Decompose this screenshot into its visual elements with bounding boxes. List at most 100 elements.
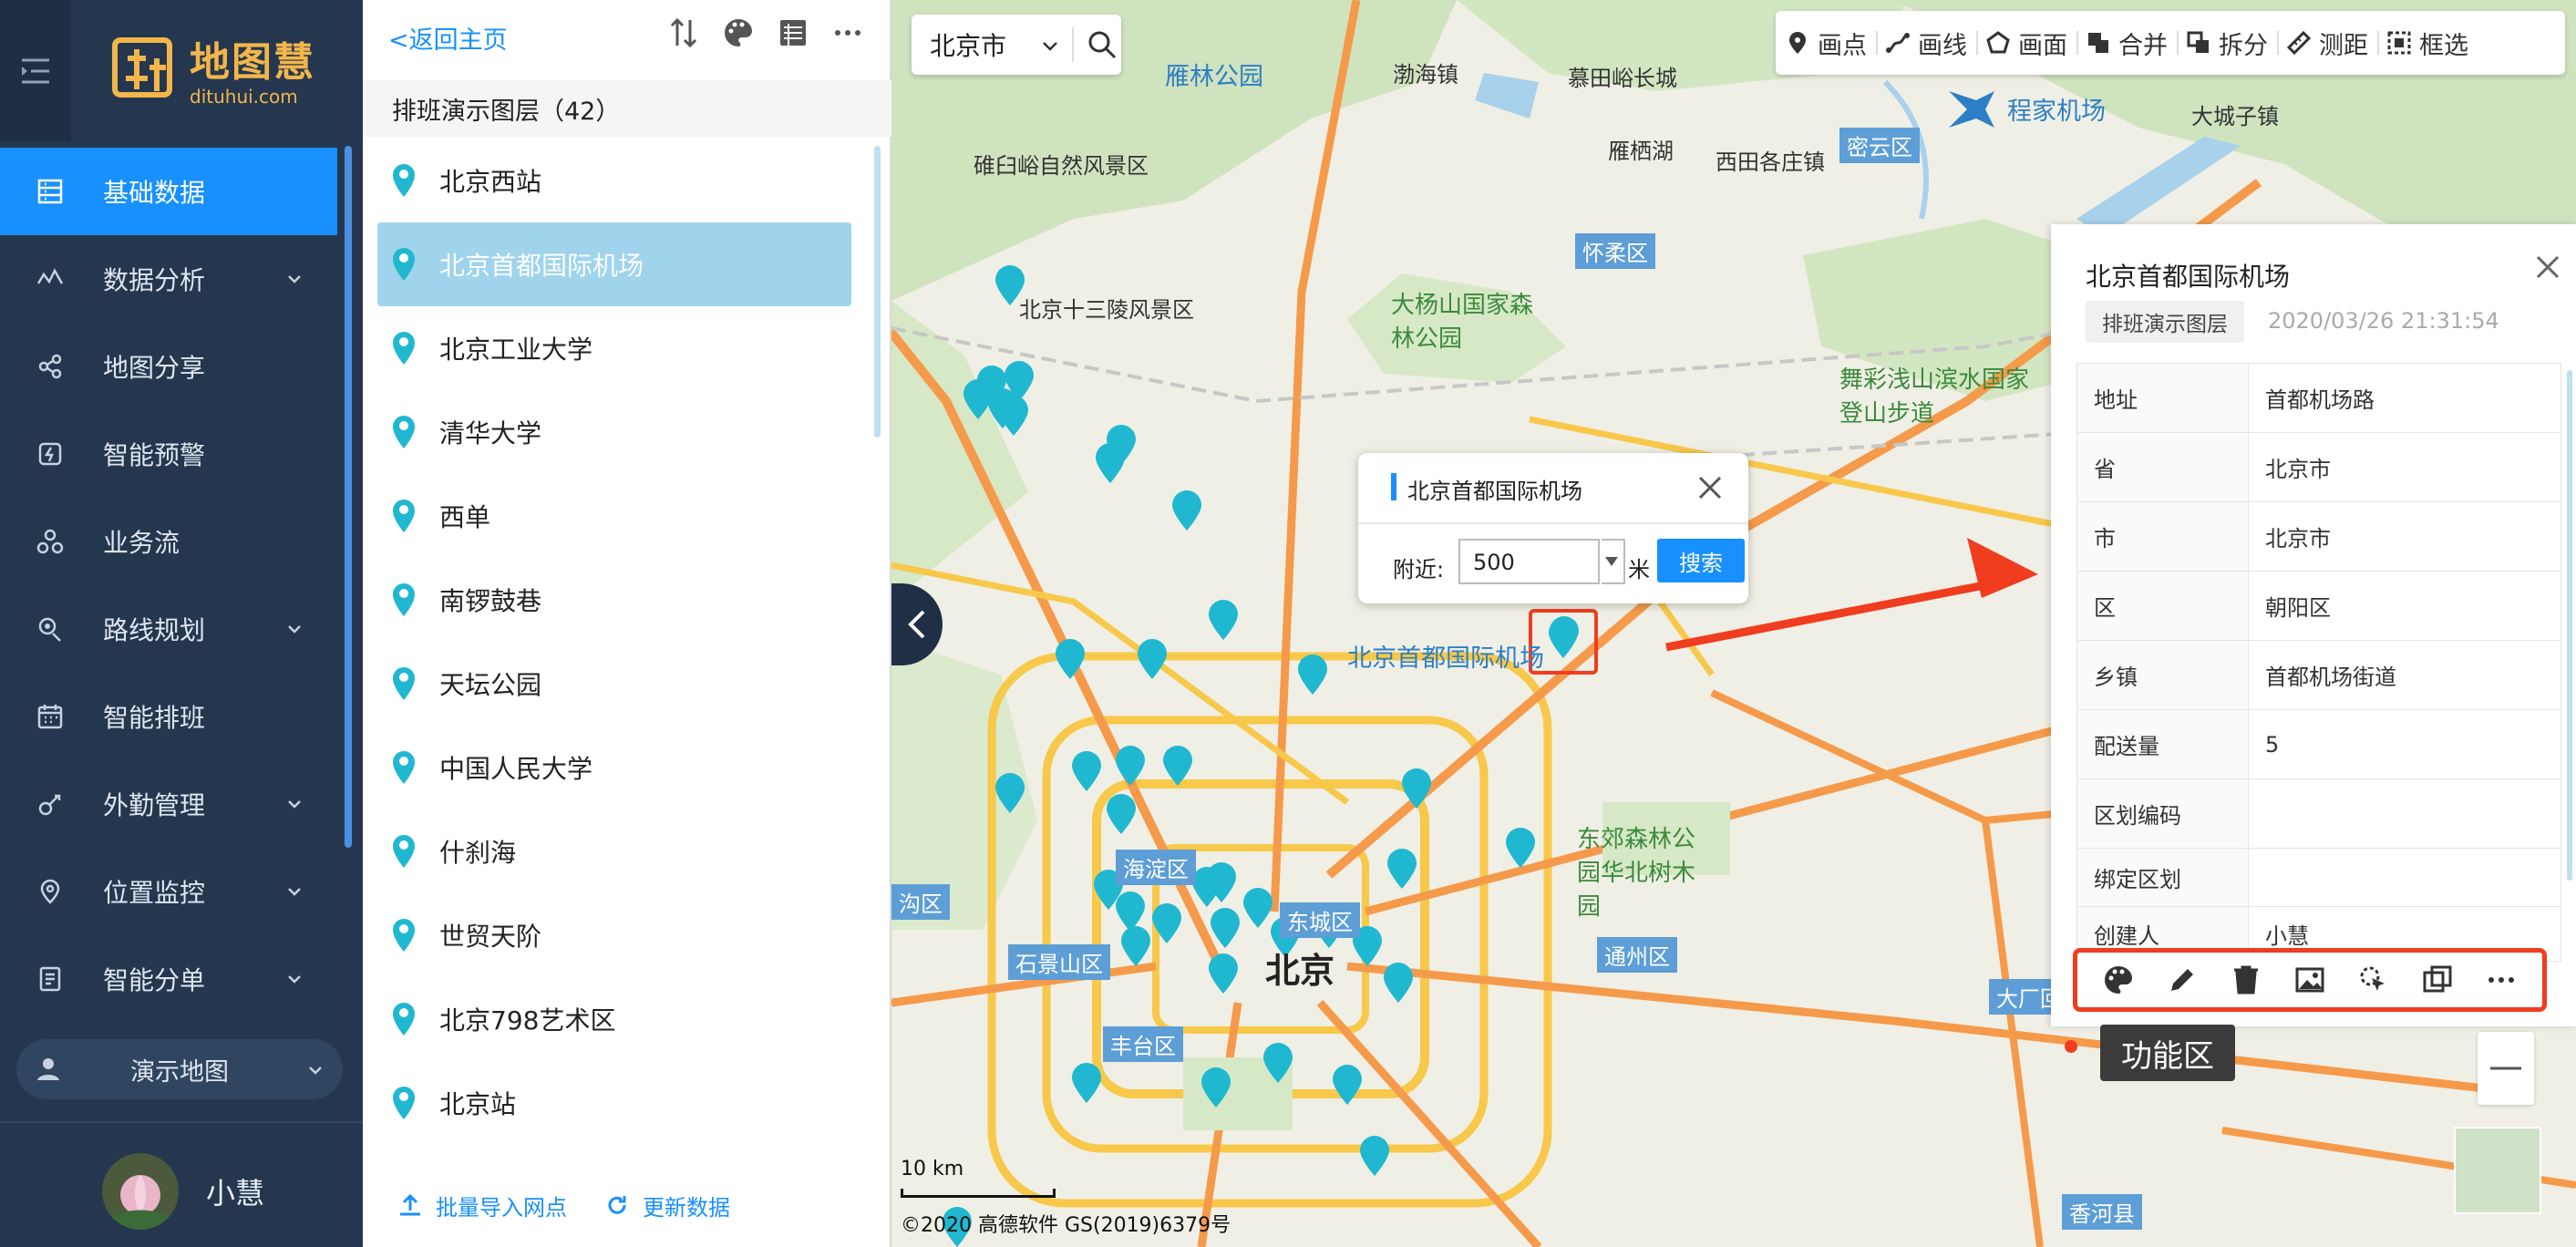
map-pin-icon [393, 751, 415, 784]
user-profile[interactable]: 小慧 [102, 1153, 264, 1230]
nav-item-route-plan[interactable]: 路线规划 [0, 585, 337, 673]
nav-menu: 基础数据 数据分析 地图分享 智能预警 业务流 路线规划 智能排班 外勤管理 位… [0, 148, 337, 1023]
demo-map-selector[interactable]: 演示地图 [16, 1039, 343, 1099]
layer-group-title[interactable]: 排班演示图层（42） [363, 80, 891, 137]
zoom-out-button[interactable] [2478, 1032, 2534, 1105]
minimap[interactable] [2454, 1127, 2541, 1214]
update-data-button[interactable]: 更新数据 [604, 1190, 730, 1221]
nav-item-label: 智能排班 [103, 703, 206, 733]
tool-measure[interactable]: 测距 [2277, 11, 2377, 75]
nav-item-smart-dispatch[interactable]: 智能分单 [0, 935, 337, 1023]
tool-box-select[interactable]: 框选 [2377, 11, 2478, 75]
nav-item-label: 外勤管理 [103, 790, 206, 820]
pointer-pick-icon[interactable] [2357, 964, 2390, 996]
city-name: 北京市 [930, 31, 1007, 61]
map-pin-icon [393, 835, 415, 868]
list-scrollbar[interactable] [874, 146, 881, 438]
collapse-menu-button[interactable] [0, 0, 71, 141]
info-scrollbar[interactable] [2567, 370, 2572, 881]
unit-label: 米 [1628, 557, 1650, 582]
list-item-selected[interactable]: 北京首都国际机场 [377, 222, 851, 306]
logo-domain: dituhui.com [190, 86, 298, 108]
tool-split[interactable]: 拆分 [2177, 11, 2277, 75]
table-row: 省北京市 [2076, 432, 2561, 502]
lotus-avatar-icon [102, 1153, 179, 1230]
separator [1072, 27, 1074, 62]
list-item[interactable]: 天坛公园 [377, 642, 851, 726]
close-icon[interactable] [1695, 473, 1725, 502]
palette-icon[interactable] [2102, 964, 2135, 996]
map-label: 东郊森林公园华北树木园 [1577, 826, 1696, 921]
tool-draw-polygon[interactable]: 画面 [1976, 11, 2076, 75]
avatar [102, 1153, 179, 1230]
workflow-icon [36, 529, 64, 554]
map-label: 海淀区 [1116, 850, 1196, 885]
city-selector[interactable]: 北京市 [912, 15, 1121, 75]
panel-tools [667, 16, 864, 49]
nav-item-field-manage[interactable]: 外勤管理 [0, 760, 337, 848]
map-label: 大城子镇 [2191, 104, 2279, 129]
scale-bar [901, 1189, 1056, 1198]
search-icon[interactable] [1087, 29, 1118, 60]
map-label: 程家机场 [2007, 98, 2106, 126]
copy-icon[interactable] [2421, 964, 2454, 996]
list-item[interactable]: 北京站 [377, 1061, 851, 1145]
more-icon[interactable] [831, 16, 864, 49]
nav-item-map-share[interactable]: 地图分享 [0, 323, 337, 410]
table-row: 乡镇 首都机场街道 [2076, 640, 2561, 710]
nav-item-smart-schedule[interactable]: 智能排班 [0, 673, 337, 760]
sort-icon[interactable] [667, 16, 700, 49]
nav-item-label: 基础数据 [103, 178, 206, 208]
image-icon[interactable] [2293, 964, 2326, 996]
map-label: 通州区 [1597, 937, 1677, 973]
nav-item-workflow[interactable]: 业务流 [0, 498, 337, 585]
trash-icon[interactable] [2230, 964, 2262, 996]
layer-tag: 排班演示图层 [2086, 301, 2244, 343]
nav-item-basic-data[interactable]: 基础数据 [0, 148, 337, 235]
list-item[interactable]: 北京西站 [377, 139, 851, 222]
map-pin-icon [393, 667, 415, 700]
list-item[interactable]: 清华大学 [377, 390, 851, 474]
tool-draw-point[interactable]: 画点 [1776, 11, 1876, 75]
back-home-link[interactable]: <返回主页 [388, 20, 508, 56]
map-pin-icon [393, 332, 415, 365]
app-logo[interactable]: 地图慧 dituhui.com [109, 27, 337, 109]
nav-item-label: 路线规划 [103, 615, 206, 645]
tool-merge[interactable]: 合并 [2076, 11, 2177, 75]
list-item[interactable]: 什刹海 [377, 809, 851, 893]
list-item[interactable]: 北京798艺术区 [377, 977, 851, 1061]
attribute-table: 地址 首都机场路 省北京市 市北京市 区朝阳区 乡镇 首都机场街道 配送量 5 区划编… [2076, 363, 2561, 962]
nav-item-data-analysis[interactable]: 数据分析 [0, 235, 337, 323]
list-item[interactable]: 中国人民大学 [377, 726, 851, 809]
panel-header: <返回主页 [363, 0, 891, 73]
alarm-icon [38, 442, 62, 466]
radius-input[interactable]: 500 [1458, 539, 1600, 584]
polygon-icon [1986, 31, 2010, 54]
search-button[interactable]: 搜索 [1657, 539, 1745, 582]
map-canvas[interactable]: 雁林公园 渤海镇 慕田峪长城 碓臼峪自然风景区 雁栖湖 西田各庄镇 密云区 程家… [891, 0, 2576, 1247]
map-label: 渤海镇 [1393, 62, 1458, 88]
layer-panel: <返回主页 排班演示图层（42） 北京西站 北京首都国际机场 北京工业大学 清华… [363, 0, 891, 1247]
batch-import-button[interactable]: 批量导入网点 [397, 1190, 567, 1221]
map-pin-icon [393, 1087, 415, 1119]
palette-icon[interactable] [722, 16, 755, 49]
nav-item-location-monitor[interactable]: 位置监控 [0, 848, 337, 935]
table-icon[interactable] [777, 16, 809, 49]
nav-item-smart-alert[interactable]: 智能预警 [0, 410, 337, 498]
list-item[interactable]: 世贸天阶 [377, 893, 851, 977]
ruler-icon [2286, 30, 2312, 56]
edit-icon[interactable] [2166, 964, 2199, 996]
nav-scrollbar[interactable] [345, 146, 352, 848]
pin-icon [1789, 32, 1806, 54]
upload-icon [400, 1193, 420, 1216]
chevron-down-icon [288, 888, 301, 896]
list-item[interactable]: 南锣鼓巷 [377, 558, 851, 642]
map-copyright: ©2020 高德软件 GS(2019)6379号 [901, 1214, 1231, 1237]
database-icon [37, 179, 63, 204]
list-item[interactable]: 北京工业大学 [377, 306, 851, 390]
tool-draw-line[interactable]: 画线 [1876, 11, 1976, 75]
close-icon[interactable] [2532, 252, 2563, 283]
list-item[interactable]: 西单 [377, 474, 851, 558]
more-icon[interactable] [2485, 964, 2518, 996]
radius-dropdown[interactable] [1602, 539, 1625, 584]
